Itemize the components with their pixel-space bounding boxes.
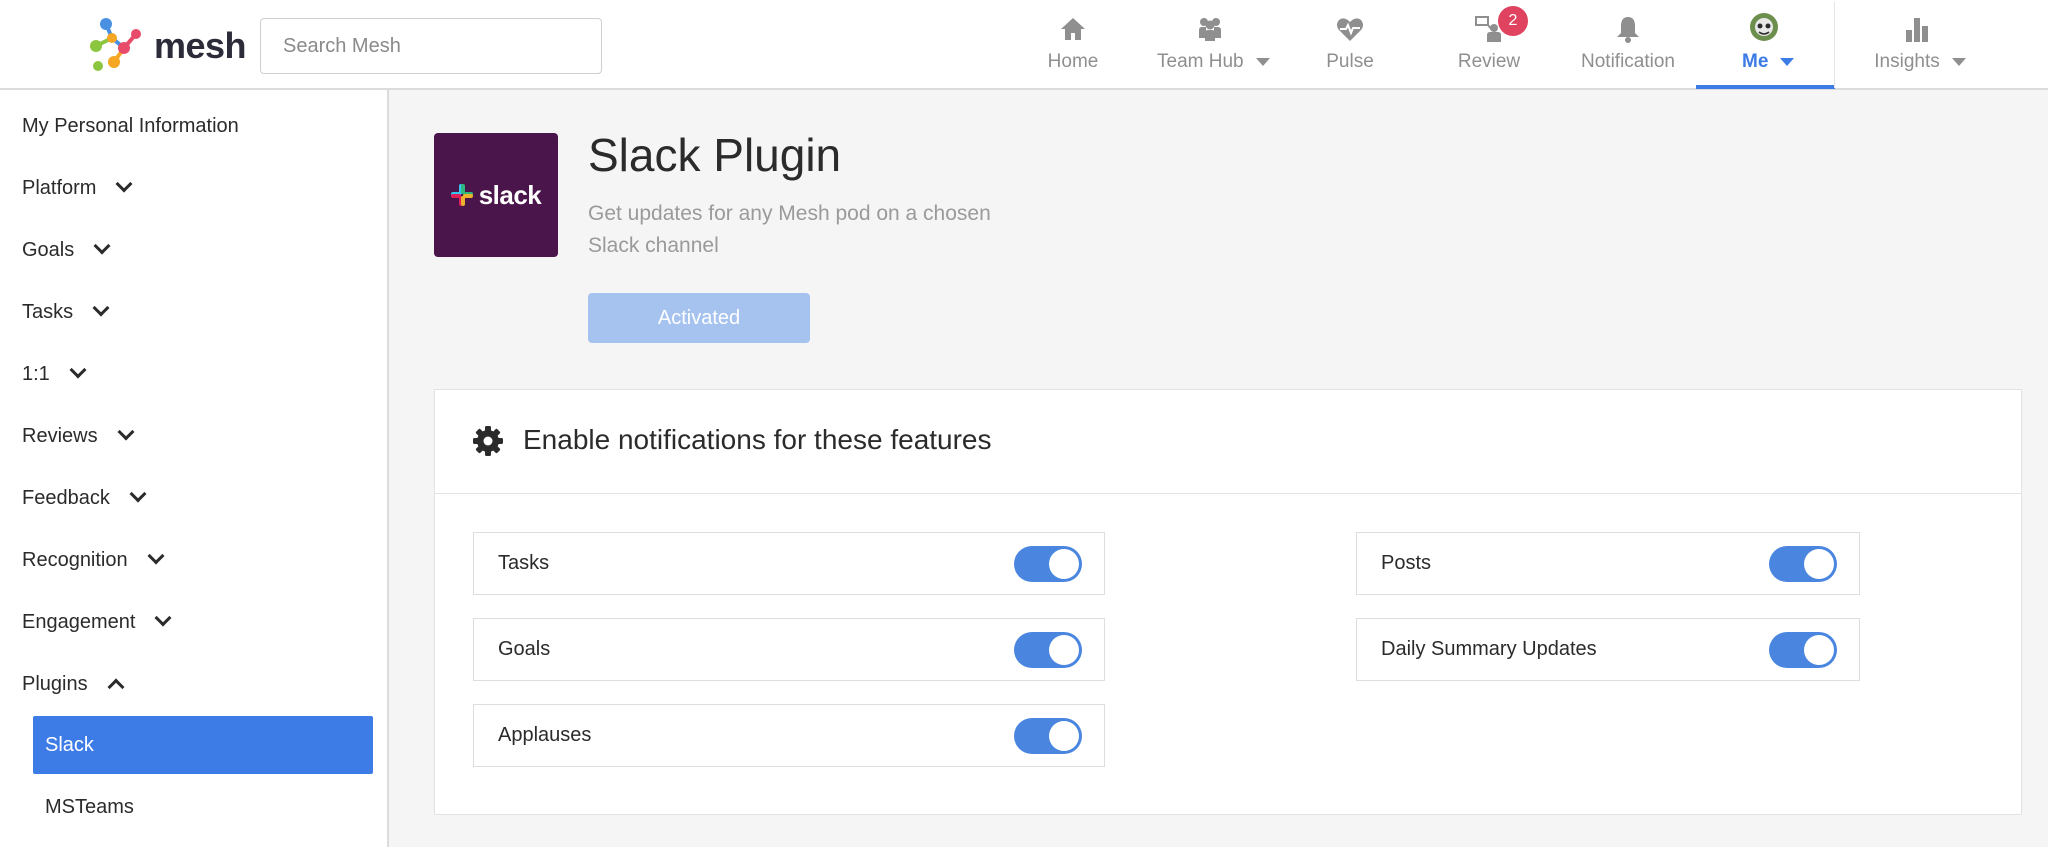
bell-icon (1617, 17, 1639, 43)
toggle-label: Daily Summary Updates (1381, 638, 1597, 660)
sidebar-item-label: Goals (22, 238, 75, 261)
toggle-row-posts: Posts (1356, 532, 1860, 595)
chevron-down-icon (1951, 58, 1966, 66)
nav-insights[interactable]: Insights (1872, 0, 1968, 90)
sidebar-item-platform[interactable]: Platform (22, 168, 133, 208)
sidebar-item-msteams[interactable]: MSTeams (33, 778, 373, 836)
gear-icon (473, 426, 503, 456)
sidebar-item-recognition[interactable]: Recognition (22, 540, 165, 580)
toggle-knob (1049, 721, 1079, 751)
toggle-row-goals: Goals (473, 618, 1105, 681)
chevron-down-icon (69, 361, 87, 379)
brand-name: mesh (154, 25, 247, 66)
active-tab-indicator (1696, 85, 1835, 89)
slack-logo: slack (434, 133, 558, 257)
mesh-logo[interactable]: mesh (84, 16, 247, 76)
tasks-toggle[interactable] (1014, 546, 1082, 582)
chevron-down-icon (93, 237, 111, 255)
posts-toggle[interactable] (1769, 546, 1837, 582)
sidebar-item-reviews[interactable]: Reviews (22, 416, 135, 456)
toggle-row-daily-summary: Daily Summary Updates (1356, 618, 1860, 681)
nav-home-label: Home (1047, 51, 1099, 72)
toggle-knob (1049, 635, 1079, 665)
bar-chart-icon (1906, 18, 1928, 42)
slack-icon (450, 184, 473, 206)
nav-me-label: Me (1742, 51, 1795, 73)
chevron-down-icon (92, 299, 110, 317)
toggle-row-tasks: Tasks (473, 532, 1105, 595)
page-title: Slack Plugin (588, 129, 842, 181)
daily-summary-toggle[interactable] (1769, 632, 1837, 668)
toggle-knob (1804, 549, 1834, 579)
sidebar-item-label: My Personal Information (22, 114, 239, 137)
nav-review-label: Review (1457, 51, 1521, 72)
chevron-down-icon (1255, 58, 1270, 66)
toggle-label: Tasks (498, 552, 550, 574)
mesh-logo-icon (90, 18, 141, 71)
nav-pulse[interactable]: Pulse (1322, 0, 1378, 90)
applauses-toggle[interactable] (1014, 718, 1082, 754)
nav-home[interactable]: Home (1042, 0, 1104, 90)
sidebar-item-tasks[interactable]: Tasks (22, 292, 110, 332)
card-title: Enable notifications for these features (523, 424, 992, 455)
notifications-card: Enable notifications for these features … (434, 389, 2022, 815)
sidebar: My Personal Information Platform Goals T… (0, 90, 389, 847)
chevron-down-icon (115, 175, 133, 193)
top-header: mesh Home Team Hub Pulse (0, 0, 2048, 90)
sidebar-item-label: Platform (22, 176, 97, 199)
sidebar-item-label: Feedback (22, 486, 110, 509)
sidebar-item-label: 1:1 (22, 362, 50, 385)
sidebar-item-goals[interactable]: Goals (22, 230, 111, 270)
sidebar-item-label: Engagement (22, 610, 136, 633)
toggle-knob (1049, 549, 1079, 579)
sidebar-item-label: Recognition (22, 548, 128, 571)
chevron-down-icon (1780, 58, 1795, 66)
chevron-down-icon (147, 547, 165, 565)
chevron-up-icon (107, 678, 125, 696)
nav-pulse-label: Pulse (1326, 51, 1374, 72)
sidebar-item-plugins[interactable]: Plugins (22, 664, 125, 704)
toggle-label: Posts (1381, 552, 1432, 574)
search-input[interactable] (260, 18, 602, 74)
nav-team-hub[interactable]: Team Hub (1155, 0, 1271, 90)
plugin-description: Get updates for any Mesh pod on a chosen… (588, 202, 991, 257)
toggle-label: Goals (498, 638, 551, 660)
toggle-label: Applauses (498, 724, 592, 746)
sidebar-item-label: Slack (45, 733, 94, 756)
goals-toggle[interactable] (1014, 632, 1082, 668)
avatar (1750, 13, 1778, 41)
chevron-down-icon (154, 609, 172, 627)
sidebar-item-label: MSTeams (45, 795, 134, 818)
review-count-badge: 2 (1498, 6, 1528, 36)
nav-divider (1834, 2, 1835, 88)
nav-me[interactable]: Me (1738, 0, 1795, 90)
nav-notification-label: Notification (1581, 51, 1675, 72)
nav-insights-label: Insights (1874, 51, 1966, 73)
sidebar-item-feedback[interactable]: Feedback (22, 478, 147, 518)
home-icon (1061, 18, 1085, 40)
nav-notification[interactable]: Notification (1578, 0, 1678, 90)
toggle-knob (1804, 635, 1834, 665)
toggle-row-applauses: Applauses (473, 704, 1105, 767)
chevron-down-icon (129, 485, 147, 503)
nav-team-hub-label: Team Hub (1157, 51, 1270, 73)
heart-pulse-icon (1337, 18, 1363, 41)
sidebar-item-personal-info[interactable]: My Personal Information (22, 106, 239, 146)
card-header: Enable notifications for these features (435, 390, 2021, 494)
slack-logo-text: slack (478, 179, 542, 210)
sidebar-item-engagement[interactable]: Engagement (22, 602, 172, 642)
sidebar-item-label: Reviews (22, 424, 98, 447)
team-icon (1199, 18, 1221, 41)
activated-button[interactable]: Activated (588, 293, 810, 343)
sidebar-item-label: Tasks (22, 300, 74, 323)
sidebar-item-one-on-one[interactable]: 1:1 (22, 354, 87, 394)
chevron-down-icon (117, 423, 135, 441)
sidebar-item-label: Plugins (22, 672, 88, 695)
sidebar-item-slack[interactable]: Slack (33, 716, 373, 774)
